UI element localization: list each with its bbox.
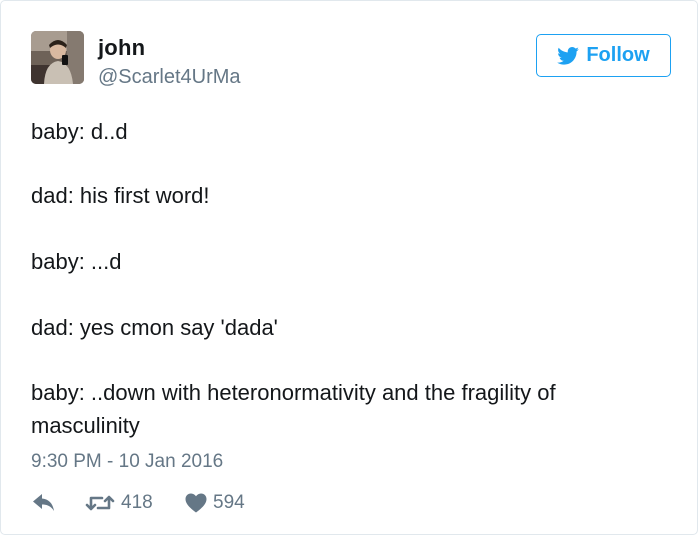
- twitter-bird-icon: [557, 46, 580, 65]
- tweet-text-line: dad: yes cmon say 'dada': [31, 315, 278, 340]
- follow-button[interactable]: Follow: [536, 34, 671, 77]
- avatar[interactable]: [31, 31, 84, 84]
- tweet-text-line: baby: ..down with heteronormativity and …: [31, 380, 556, 405]
- user-name[interactable]: john: [98, 35, 145, 61]
- tweet-card: john @Scarlet4UrMa Follow baby: d..d dad…: [0, 0, 698, 535]
- user-handle[interactable]: @Scarlet4UrMa: [98, 66, 241, 89]
- like-button[interactable]: 594: [185, 489, 245, 517]
- tweet-text-line: dad: his first word!: [31, 183, 210, 208]
- retweet-icon: [85, 495, 115, 511]
- avatar-photo: [31, 31, 84, 84]
- retweet-button[interactable]: 418: [85, 489, 153, 517]
- like-count: 594: [213, 492, 245, 513]
- tweet-text-line: masculinity: [31, 413, 140, 438]
- tweet-text-line: baby: ...d: [31, 249, 122, 274]
- follow-label: Follow: [586, 44, 650, 66]
- retweet-count: 418: [121, 492, 153, 513]
- reply-icon: [33, 494, 54, 511]
- timestamp[interactable]: 9:30 PM - 10 Jan 2016: [31, 451, 223, 473]
- reply-button[interactable]: [33, 489, 55, 517]
- heart-icon: [185, 493, 207, 513]
- tweet-text-line: baby: d..d: [31, 119, 128, 144]
